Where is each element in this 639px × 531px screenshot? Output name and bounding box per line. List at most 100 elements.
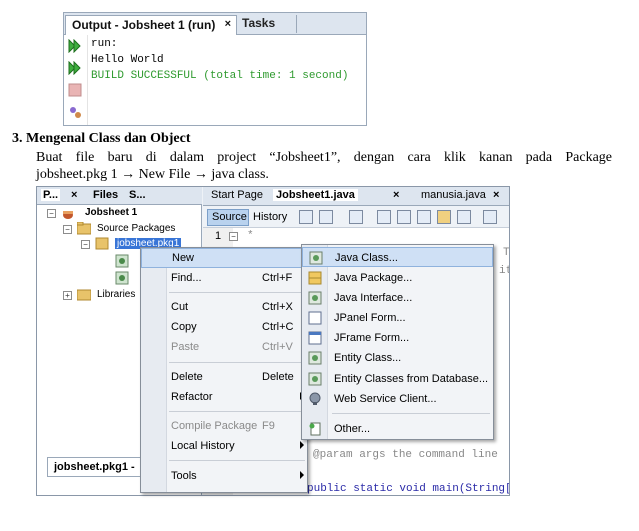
menu-item-local-history[interactable]: Local History	[141, 437, 307, 457]
output-line-run: run:	[91, 38, 118, 50]
rerun-icon[interactable]	[68, 39, 82, 53]
submenu-item-java-package[interactable]: Java Package...	[302, 268, 493, 288]
menu-item-label: Compile Package	[171, 420, 258, 432]
close-icon[interactable]: ×	[493, 189, 499, 201]
output-panel: Output - Jobsheet 1 (run) × Tasks run: H…	[63, 12, 367, 126]
tab-projects[interactable]: P...	[41, 189, 61, 201]
menu-item-refactor[interactable]: Refactor	[141, 388, 307, 408]
editor-toolbar: Source History	[203, 206, 509, 228]
menu-item-shortcut: Ctrl+C	[262, 321, 294, 333]
menu-separator	[169, 460, 305, 461]
submenu-arrow-icon	[300, 471, 304, 479]
tab-manusia-java[interactable]: manusia.java	[421, 189, 486, 201]
expand-icon[interactable]: +	[63, 291, 72, 300]
java-class-icon	[309, 251, 323, 265]
tree-root-project[interactable]: Jobsheet 1	[85, 207, 137, 218]
menu-item-delete[interactable]: Delete Delete	[141, 368, 307, 388]
package-icon	[308, 271, 322, 285]
menu-item-label: Delete	[171, 371, 203, 383]
other-icon	[308, 422, 322, 436]
history-button[interactable]: History	[253, 209, 287, 223]
editor-tab-bar: Start Page Jobsheet1.java × manusia.java…	[203, 187, 509, 206]
last-edit-icon[interactable]	[299, 210, 313, 224]
code-fragment: T	[503, 247, 510, 259]
submenu-arrow-icon	[300, 441, 304, 449]
jpanel-icon	[308, 311, 322, 325]
close-icon[interactable]: ×	[393, 189, 399, 201]
submenu-item-label: JFrame Form...	[334, 332, 410, 344]
submenu-item-jpanel-form[interactable]: JPanel Form...	[302, 308, 493, 328]
jframe-icon	[308, 331, 322, 345]
submenu-item-other[interactable]: Other...	[302, 419, 493, 439]
java-file-icon[interactable]	[115, 254, 129, 268]
tab-divider	[296, 15, 297, 33]
menu-item-compile-package[interactable]: Compile Package F9	[141, 417, 307, 437]
find-icon[interactable]	[377, 210, 391, 224]
tab-jobsheet1-java[interactable]: Jobsheet1.java	[273, 189, 358, 201]
menu-item-label: Tools	[171, 470, 197, 482]
entity-db-icon	[308, 372, 322, 386]
interface-icon	[308, 291, 322, 305]
forward-icon[interactable]	[349, 210, 363, 224]
package-icon	[95, 237, 109, 250]
next-occurrence-icon[interactable]	[417, 210, 431, 224]
more-icon[interactable]	[483, 210, 497, 224]
submenu-item-label: Web Service Client...	[334, 393, 437, 405]
source-button[interactable]: Source	[207, 209, 249, 226]
submenu-item-java-interface[interactable]: Java Interface...	[302, 288, 493, 308]
output-tab[interactable]: Output - Jobsheet 1 (run) ×	[65, 15, 237, 35]
stop-icon[interactable]	[68, 83, 82, 97]
section-heading: 3. Mengenal Class dan Object	[12, 131, 191, 146]
submenu-item-label: JPanel Form...	[334, 312, 406, 324]
paragraph-line-2: jobsheet.pkg 1 → New File → java class.	[36, 167, 269, 182]
tree-libraries[interactable]: Libraries	[97, 289, 135, 300]
submenu-item-entity-class[interactable]: Entity Class...	[302, 348, 493, 368]
submenu-item-label: Java Interface...	[334, 292, 413, 304]
menu-item-label: Local History	[171, 440, 235, 452]
output-toolbar	[64, 35, 88, 125]
tasks-tab[interactable]: Tasks	[242, 16, 275, 30]
code-fragment: it	[499, 265, 509, 277]
toggle-highlight-icon[interactable]	[437, 210, 451, 224]
menu-item-label: Find...	[171, 272, 202, 284]
menu-item-label: Refactor	[171, 391, 213, 403]
collapse-icon[interactable]: −	[63, 225, 72, 234]
menu-item-tools[interactable]: Tools	[141, 467, 307, 487]
rerun-with-args-icon[interactable]	[68, 61, 82, 75]
settings-icon[interactable]	[68, 105, 82, 119]
tab-services[interactable]: S...	[129, 189, 146, 201]
menu-item-cut[interactable]: Cut Ctrl+X	[141, 298, 307, 318]
menu-item-label: Paste	[171, 341, 200, 353]
submenu-item-label: Other...	[334, 423, 371, 435]
menu-item-shortcut: F9	[262, 420, 275, 432]
java-file-icon[interactable]	[115, 271, 129, 285]
code-comment: *	[247, 230, 254, 242]
prev-occurrence-icon[interactable]	[397, 210, 411, 224]
submenu-item-jframe-form[interactable]: JFrame Form...	[302, 328, 493, 348]
tab-start-page[interactable]: Start Page	[211, 189, 263, 201]
collapse-icon[interactable]: −	[47, 209, 56, 218]
menu-item-shortcut: Ctrl+V	[262, 341, 293, 353]
menu-item-find[interactable]: Find... Ctrl+F	[141, 269, 307, 289]
folder-icon	[76, 221, 92, 235]
close-icon[interactable]: ×	[225, 18, 231, 30]
menu-item-paste[interactable]: Paste Ctrl+V	[141, 338, 307, 358]
submenu-item-label: Java Class...	[335, 252, 398, 264]
close-icon[interactable]: ×	[71, 189, 77, 201]
tab-files[interactable]: Files	[93, 189, 118, 201]
collapse-icon[interactable]: −	[81, 240, 90, 249]
submenu-item-entity-classes-db[interactable]: Entity Classes from Database...	[302, 369, 493, 389]
menu-item-label: Cut	[171, 301, 189, 313]
submenu-item-java-class[interactable]: Java Class...	[302, 247, 493, 267]
menu-item-copy[interactable]: Copy Ctrl+C	[141, 318, 307, 338]
submenu-item-web-service-client[interactable]: Web Service Client...	[302, 389, 493, 409]
submenu-item-label: Entity Classes from Database...	[334, 373, 489, 385]
menu-item-label: New	[172, 252, 195, 264]
back-icon[interactable]	[319, 210, 333, 224]
fold-icon[interactable]: −	[229, 232, 238, 241]
toggle-rect-select-icon[interactable]	[457, 210, 471, 224]
web-service-icon	[308, 392, 322, 406]
tree-source-packages[interactable]: Source Packages	[97, 223, 175, 234]
menu-item-new[interactable]: New	[141, 248, 307, 268]
code-main: public static void main(String[]	[307, 483, 510, 495]
